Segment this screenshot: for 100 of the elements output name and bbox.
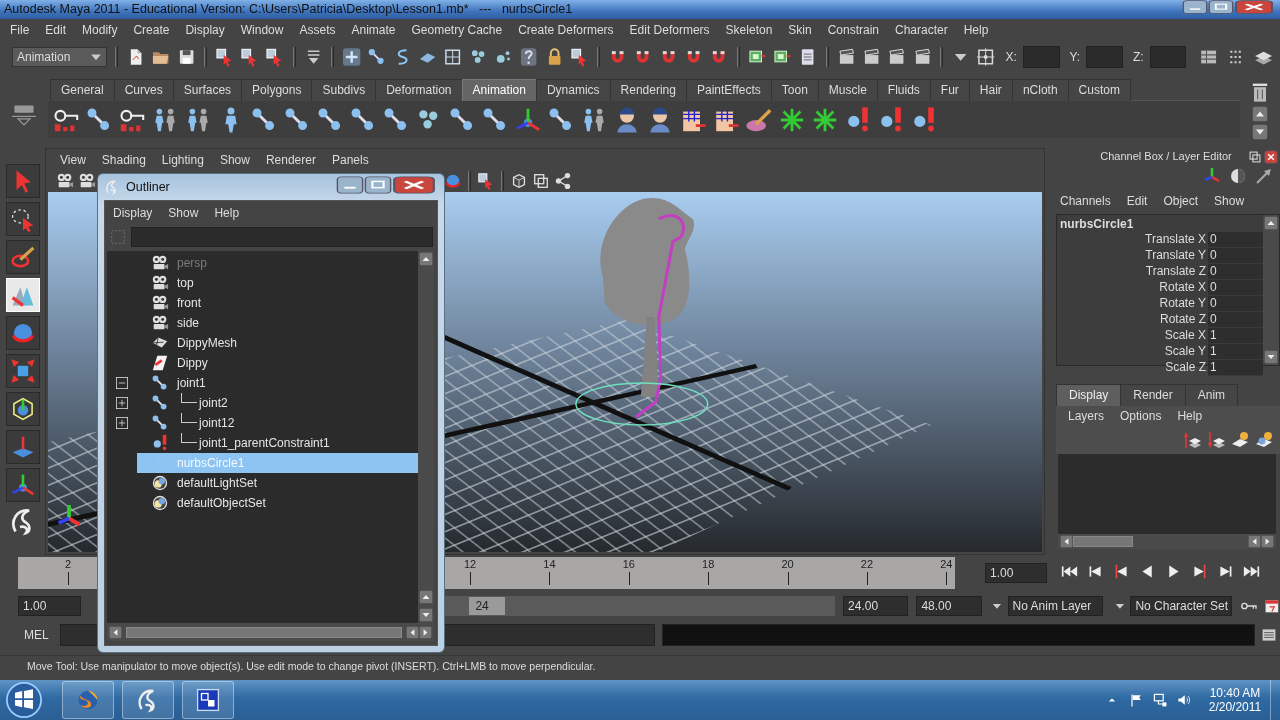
scrollbar[interactable] [107,623,434,641]
character-set-field[interactable]: No Character Set [1130,596,1233,616]
outliner-item[interactable]: side [137,313,418,333]
layer-tab[interactable]: Anim [1184,384,1239,406]
shelf-tab[interactable]: Fluids [876,79,931,101]
outliner-item[interactable]: Dippy [137,353,418,373]
end-time-field[interactable]: 24.00 [843,596,909,616]
menu-item[interactable]: Geometry Cache [403,23,511,38]
arrow-left-icon[interactable] [109,625,122,639]
menu-item[interactable]: Help [955,23,997,38]
maximize-icon[interactable] [364,176,392,194]
start-button[interactable] [6,682,42,718]
shelf-tab[interactable]: nCloth [1011,79,1069,101]
close-icon[interactable] [1264,150,1278,164]
tool-button[interactable] [5,354,40,388]
outliner-item[interactable]: top [137,273,418,293]
network-icon[interactable] [1152,692,1168,708]
scrollbar[interactable] [418,251,434,623]
menu-item[interactable]: Layers [1060,408,1113,424]
arrow-up-icon[interactable] [1264,216,1278,230]
previous-key-icon[interactable] [1113,563,1130,580]
arrow-up-icon[interactable] [419,252,433,266]
arrow-right-icon[interactable] [419,625,432,639]
menu-item[interactable]: Lighting [153,152,212,168]
object-layer-icon[interactable] [1254,430,1274,450]
shelf-tab[interactable]: Curves [113,79,174,101]
arrow-left-icon[interactable] [1248,535,1261,548]
copy-icon[interactable] [532,172,550,190]
menu-item[interactable]: Show [160,205,207,221]
speaker-icon[interactable] [1176,692,1192,708]
menu-item[interactable]: View [52,152,94,168]
clapper-icon[interactable] [912,47,932,67]
layer-tab[interactable]: Display [1056,384,1122,406]
arrow-right-icon[interactable] [1261,535,1274,548]
menu-item[interactable]: Create Deformers [510,23,622,38]
menu-item[interactable]: Edit [37,23,75,38]
shelf-tab[interactable]: Polygons [241,79,313,101]
outliner-item[interactable]: defaultObjectSet [137,493,418,513]
arrow-left-icon[interactable] [1060,535,1073,548]
shelf-tab[interactable]: Muscle [817,79,878,101]
next-key-icon[interactable] [1191,563,1208,580]
outliner-item[interactable]: joint1_parentConstraint1 [137,433,418,453]
globe-icon[interactable] [77,689,99,711]
contrast-icon[interactable] [1228,166,1248,186]
menu-item[interactable]: File [2,23,38,38]
light-layer-icon[interactable] [1230,430,1250,450]
shelf-tab[interactable]: Fur [929,79,970,101]
minimize-icon[interactable] [1182,0,1208,14]
channel-value-field[interactable]: 0 [1208,248,1263,264]
anim-layer-field[interactable]: No Anim Layer [1007,596,1103,616]
menu-item[interactable]: Edit Deformers [621,23,718,38]
flag-icon[interactable] [1128,692,1144,708]
shelf-tab[interactable]: Deformation [375,79,463,101]
outliner-item[interactable]: defaultLightSet [137,473,418,493]
arrow-up-icon[interactable] [419,590,433,604]
tool-button[interactable] [5,392,40,426]
channel-value-field[interactable]: 0 [1208,232,1263,248]
menu-item[interactable]: Shading [93,152,154,168]
joint-icon[interactable] [367,47,387,67]
channel-value-field[interactable]: 0 [1208,264,1263,280]
clapper-icon[interactable] [836,47,856,67]
menu-item[interactable]: Help [1169,408,1211,424]
menu-item[interactable]: Assets [291,23,344,38]
coordinate-field[interactable] [1022,46,1060,68]
arrow-left-icon[interactable] [406,625,419,639]
minimize-icon[interactable] [336,176,364,194]
channel-value-field[interactable]: 1 [1208,360,1263,376]
shelf-tab[interactable]: Hair [968,79,1013,101]
select-icon[interactable] [477,172,495,190]
menu-item[interactable]: Display [105,205,161,221]
shelf-tab[interactable]: Custom [1067,79,1131,101]
menu-item[interactable]: Help [206,205,248,221]
channel-value-field[interactable]: 1 [1208,344,1263,360]
mode-dropdown[interactable]: Animation [12,47,107,67]
window-icon[interactable] [195,687,221,713]
step-back-icon[interactable] [1087,563,1104,580]
sphere-icon[interactable] [444,172,462,190]
plus-icon[interactable] [342,47,362,67]
shelf-tab[interactable]: Rendering [609,79,687,101]
expand-icon[interactable] [114,395,130,411]
channel-value-field[interactable]: 0 [1208,280,1263,296]
tool-button[interactable] [5,202,40,236]
menu-item[interactable]: Skeleton [717,23,781,38]
filter-field[interactable] [131,227,433,247]
menu-item[interactable]: Channels [1052,193,1119,209]
layers-down-icon[interactable] [1206,430,1226,450]
max-time-field[interactable]: 48.00 [916,596,982,616]
outliner-item[interactable]: joint1 [137,373,418,393]
shelf-tab[interactable]: General [50,79,115,101]
outliner-item[interactable]: joint12 [137,413,418,433]
menu-item[interactable]: Create [125,23,178,38]
shelf-tab[interactable]: Toon [770,79,819,101]
menu-item[interactable]: Character [887,23,956,38]
menu-item[interactable]: Show [211,152,258,168]
share-icon[interactable] [554,172,572,190]
outliner-item[interactable]: front [137,293,418,313]
menu-item[interactable]: Panels [323,152,377,168]
menu-item[interactable]: Constrain [819,23,887,38]
menu-item[interactable]: Renderer [257,152,324,168]
skip-to-end-icon[interactable] [1243,563,1260,580]
